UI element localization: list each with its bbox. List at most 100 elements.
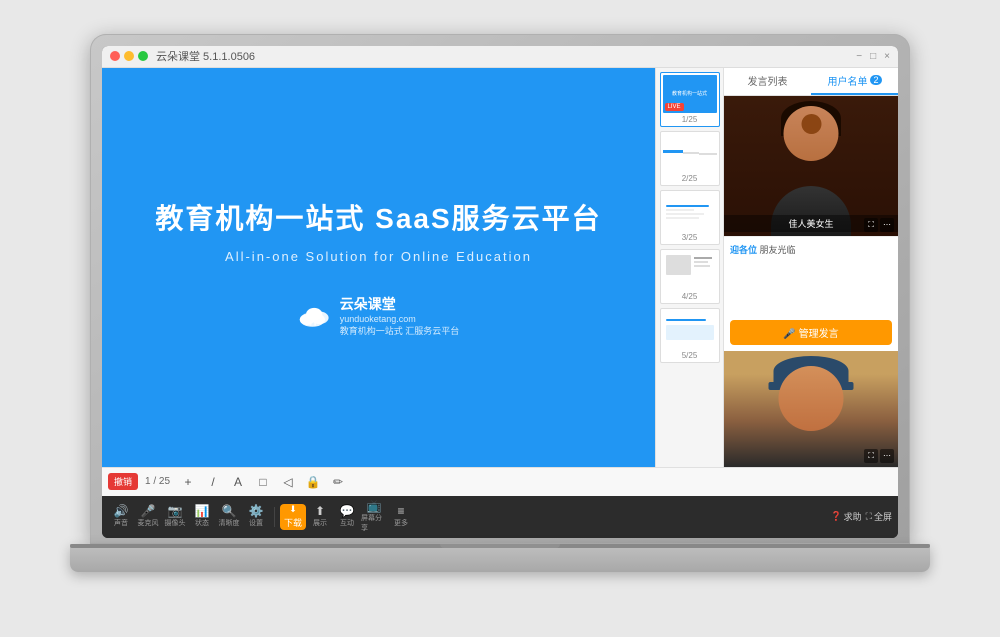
slide-thumb-preview-1: 教育机构一站式 LIVE — [663, 75, 717, 113]
logo-url: yunduoketang.com — [340, 314, 460, 324]
titlebar-controls — [110, 51, 148, 61]
toolbar-btn-help[interactable]: ❓ 求助 — [830, 510, 861, 523]
close-button[interactable] — [110, 51, 120, 61]
draw-tool-shape[interactable]: ◁ — [277, 471, 299, 493]
screen-inner: 云朵课堂 5.1.1.0506 − □ × 教育机构一站式 SaaS服务云平台 … — [102, 46, 898, 538]
camera-label: 摄像头 — [165, 518, 186, 528]
slide-label-1: 1/25 — [663, 115, 717, 124]
logo-text: 云朵课堂 yunduoketang.com 教育机构一站式 汇服务云平台 — [340, 294, 460, 337]
toolbar-btn-show[interactable]: ⬆ 展示 — [307, 504, 333, 530]
camera-icon: 📷 — [168, 505, 183, 517]
slide-thumb-5[interactable]: 5/25 — [660, 308, 720, 363]
video-feeds: 佳人美女生 ⛶ ⋯ 迎各位 朋友光临 — [724, 96, 898, 467]
toolbar-center-section: ⬇ 下载 ⬆ 展示 💬 互动 📺 屏幕分享 — [280, 504, 414, 530]
stats-label: 状态 — [195, 518, 209, 528]
video-ctrl-expand[interactable]: ⛶ — [864, 218, 878, 232]
toolbar-btn-stats[interactable]: 📊 状态 — [189, 504, 215, 530]
settings-icon: ⚙️ — [249, 505, 264, 517]
draw-tool-pen[interactable]: / — [202, 471, 224, 493]
interact-icon: 💬 — [340, 505, 355, 517]
video-feed-top: 佳人美女生 ⛶ ⋯ — [724, 96, 898, 236]
minimize-button[interactable] — [124, 51, 134, 61]
toolbar-btn-download[interactable]: ⬇ 下载 — [280, 504, 306, 530]
slide-thumb-3[interactable]: 3/25 — [660, 190, 720, 245]
manage-speech-button[interactable]: 🎤 管理发言 — [730, 320, 892, 345]
draw-tool-lock[interactable]: 🔒 — [302, 471, 324, 493]
sound-icon: 🔊 — [114, 505, 129, 517]
laptop-base — [70, 544, 930, 572]
sound-label: 声音 — [114, 518, 128, 528]
toolbar-left-section: 🔊 声音 🎤 麦克风 📷 摄像头 📊 状 — [108, 504, 269, 530]
window-content: 教育机构一站式 SaaS服务云平台 All-in-one Solution fo… — [102, 68, 898, 538]
slide-thumb-1[interactable]: 教育机构一站式 LIVE 1/25 — [660, 72, 720, 127]
interact-label: 互动 — [340, 518, 354, 528]
slide-main-title: 教育机构一站式 SaaS服务云平台 — [155, 197, 601, 237]
slide-thumb-preview-4 — [663, 252, 717, 290]
draw-tool-rect[interactable]: □ — [252, 471, 274, 493]
maximize-button[interactable] — [138, 51, 148, 61]
clarity-icon: 🔍 — [222, 505, 237, 517]
drawing-toolbar: 撤销 1 / 25 + / A □ ◁ 🔒 ✏ — [102, 467, 898, 497]
person-face-bottom — [779, 366, 844, 431]
live-badge: LIVE — [665, 103, 684, 111]
toolbar-btn-interact[interactable]: 💬 互动 — [334, 504, 360, 530]
toolbar-btn-more[interactable]: ≡ 更多 — [388, 504, 414, 530]
clarity-label: 清晰度 — [219, 518, 240, 528]
help-label: 求助 — [844, 510, 862, 523]
show-icon: ⬆ — [315, 505, 325, 517]
chat-area: 迎各位 朋友光临 — [724, 236, 898, 316]
slide-sub-title: All-in-one Solution for Online Education — [225, 249, 532, 264]
erase-button[interactable]: 撤销 — [108, 473, 138, 490]
logo-brand-name: 云朵课堂 — [340, 294, 460, 314]
video-feed-bottom[interactable]: ⛶ ⋯ — [724, 351, 898, 467]
window-title: 云朵课堂 5.1.1.0506 — [156, 48, 255, 64]
toolbar-btn-sound[interactable]: 🔊 声音 — [108, 504, 134, 530]
mic-icon: 🎤 — [141, 505, 156, 517]
draw-tool-text[interactable]: A — [227, 471, 249, 493]
slide-thumb-preview-2 — [663, 134, 717, 172]
video-ctrl-more-bottom[interactable]: ⋯ — [880, 449, 894, 463]
chat-text: 朋友光临 — [760, 245, 796, 255]
laptop-wrapper: 云朵课堂 5.1.1.0506 − □ × 教育机构一站式 SaaS服务云平台 … — [70, 34, 930, 604]
titlebar-minimize-icon[interactable]: − — [856, 51, 862, 62]
slide-thumb-preview-3 — [663, 193, 717, 231]
presentation-slide: 教育机构一站式 SaaS服务云平台 All-in-one Solution fo… — [102, 68, 655, 467]
toolbar-divider-1 — [274, 507, 275, 527]
slide-thumbnails-panel: 教育机构一站式 LIVE 1/25 2/ — [655, 68, 723, 467]
mic-label: 麦克风 — [138, 518, 159, 528]
laptop-screen: 云朵课堂 5.1.1.0506 − □ × 教育机构一站式 SaaS服务云平台 … — [90, 34, 910, 544]
tab-user-roster[interactable]: 用户名单 2 — [811, 68, 898, 95]
bottom-toolbar: 🔊 声音 🎤 麦克风 📷 摄像头 📊 状 — [102, 496, 898, 537]
chat-message-1: 迎各位 朋友光临 — [730, 243, 892, 256]
slide-thumb-2[interactable]: 2/25 — [660, 131, 720, 186]
toolbar-btn-camera[interactable]: 📷 摄像头 — [162, 504, 188, 530]
right-panel: 发言列表 用户名单 2 — [723, 68, 898, 467]
laptop-hinge — [70, 544, 930, 548]
titlebar-right-controls: − □ × — [856, 51, 890, 62]
show-label: 展示 — [313, 518, 327, 528]
download-icon: ⬇ — [289, 504, 297, 515]
chat-username: 迎各位 — [730, 245, 757, 255]
titlebar-maximize-icon[interactable]: □ — [870, 51, 876, 62]
slide-label-2: 2/25 — [663, 174, 717, 183]
titlebar-close-icon[interactable]: × — [884, 51, 890, 62]
toolbar-btn-fullscreen[interactable]: ⛶ 全屏 — [866, 510, 892, 523]
settings-label: 设置 — [249, 518, 263, 528]
toolbar-btn-screenshare[interactable]: 📺 屏幕分享 — [361, 504, 387, 530]
toolbar-btn-mic[interactable]: 🎤 麦克风 — [135, 504, 161, 530]
toolbar-btn-settings[interactable]: ⚙️ 设置 — [243, 504, 269, 530]
slide-thumb-4[interactable]: 4/25 — [660, 249, 720, 304]
video-ctrl-expand-bottom[interactable]: ⛶ — [864, 449, 878, 463]
draw-tool-plus[interactable]: + — [177, 471, 199, 493]
cloud-logo-icon — [298, 303, 334, 329]
page-indicator: 1 / 25 — [141, 476, 174, 487]
tab-participant-list[interactable]: 发言列表 — [724, 68, 811, 95]
fullscreen-label: 全屏 — [874, 510, 892, 523]
draw-tool-eraser[interactable]: ✏ — [327, 471, 349, 493]
download-label: 下载 — [284, 516, 302, 529]
slide-logo: 云朵课堂 yunduoketang.com 教育机构一站式 汇服务云平台 — [298, 294, 460, 337]
toolbar-btn-clarity[interactable]: 🔍 清晰度 — [216, 504, 242, 530]
help-icon: ❓ — [830, 511, 841, 522]
user-count-badge: 2 — [870, 75, 881, 85]
video-ctrl-more[interactable]: ⋯ — [880, 218, 894, 232]
